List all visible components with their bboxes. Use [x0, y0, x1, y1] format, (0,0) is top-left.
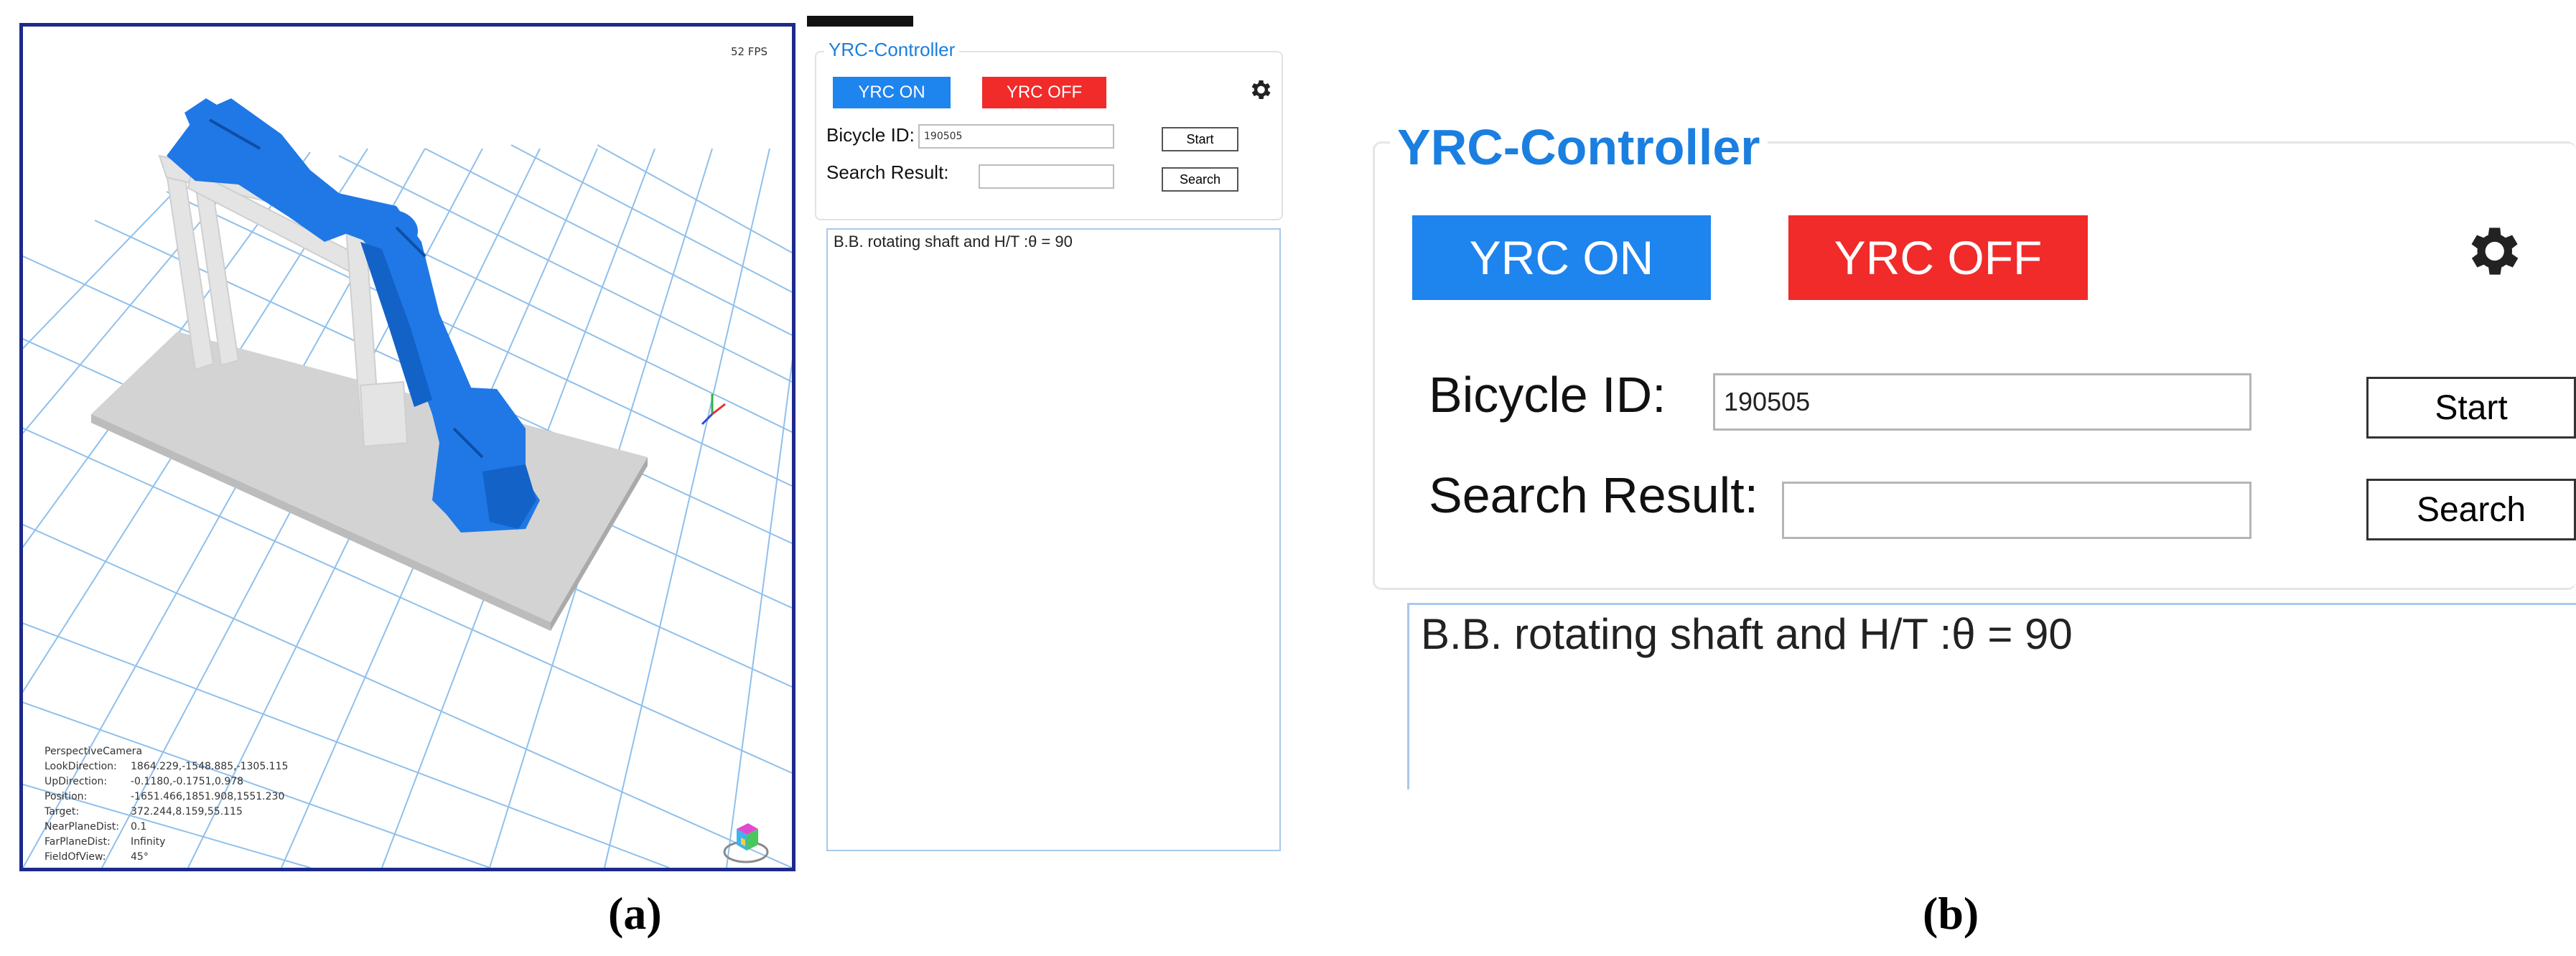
bicycle-id-value: 190505: [1724, 387, 1811, 416]
3d-viewport[interactable]: 52 FPS PerspectiveCamera LookDirection: 18…: [19, 23, 795, 871]
camera-info-row: PerspectiveCamera: [45, 744, 288, 759]
bicycle-id-label: Bicycle ID:: [1429, 367, 1666, 423]
search-result-label: Search Result:: [826, 161, 949, 183]
camera-info-row: Target: 372.244,8.159,55.115: [45, 805, 288, 820]
fps-counter: 52 FPS: [730, 45, 767, 58]
caption-b: (b): [1923, 888, 1979, 939]
camera-info-key: FieldOfView:: [45, 851, 106, 863]
camera-info-row: NearPlaneDist: 0.1: [45, 820, 288, 835]
camera-info-row: UpDirection: -0.1180,-0.1751,0.978: [45, 774, 288, 789]
yrc-controller-panel-small: YRC-Controller YRC ON YRC OFF Bicycle ID…: [811, 31, 1287, 856]
search-button[interactable]: Search: [2366, 479, 2576, 540]
bicycle-id-input[interactable]: [918, 124, 1114, 149]
caption-a: (a): [608, 888, 662, 939]
result-text: B.B. rotating shaft and H/T :θ = 90: [834, 233, 1073, 250]
search-result-input[interactable]: [1782, 482, 2251, 539]
camera-info-row: Position: -1651.466,1851.908,1551.230: [45, 789, 288, 805]
bicycle-id-input[interactable]: 190505: [1713, 373, 2251, 431]
camera-info-value: Infinity: [131, 836, 166, 848]
result-text: B.B. rotating shaft and H/T :θ = 90: [1421, 610, 2073, 658]
view-cube-icon[interactable]: [721, 815, 771, 865]
yrc-controller-panel-large: YRC-Controller YRC ON YRC OFF Bicycle ID…: [1364, 118, 2576, 789]
start-button[interactable]: Start: [2366, 377, 2576, 439]
robot-scene: [23, 98, 792, 868]
panel-title: YRC-Controller: [824, 39, 960, 61]
yrc-off-button[interactable]: YRC OFF: [982, 77, 1106, 108]
search-button[interactable]: Search: [1162, 167, 1238, 192]
camera-info-row: FieldOfView: 45°: [45, 850, 288, 865]
yrc-off-button[interactable]: YRC OFF: [1788, 215, 2088, 300]
camera-info-key: NearPlaneDist:: [45, 821, 119, 833]
result-textbox[interactable]: B.B. rotating shaft and H/T :θ = 90: [1407, 603, 2576, 789]
camera-info-row: FarPlaneDist: Infinity: [45, 835, 288, 850]
camera-info-key: Target:: [45, 806, 80, 817]
camera-info-value: 372.244,8.159,55.115: [131, 806, 243, 817]
gear-icon[interactable]: [1247, 77, 1273, 103]
result-textbox[interactable]: B.B. rotating shaft and H/T :θ = 90: [826, 228, 1281, 851]
camera-info-key: LookDirection:: [45, 761, 117, 772]
camera-info-value: 0.1: [131, 821, 147, 833]
camera-info-key: FarPlaneDist:: [45, 836, 111, 848]
camera-info-value: 1864.229,-1548.885,-1305.115: [131, 761, 289, 772]
yrc-on-button[interactable]: YRC ON: [1412, 215, 1711, 300]
tab-indicator: [807, 16, 913, 27]
bicycle-id-label: Bicycle ID:: [826, 124, 915, 146]
camera-info-value: 45°: [131, 851, 149, 863]
search-result-label: Search Result:: [1429, 467, 1759, 523]
camera-info: PerspectiveCamera LookDirection: 1864.229,…: [45, 744, 288, 865]
search-result-input[interactable]: [979, 164, 1114, 189]
start-button[interactable]: Start: [1162, 127, 1238, 151]
camera-info-key: Position:: [45, 791, 88, 802]
camera-info-key: PerspectiveCamera: [45, 746, 143, 757]
camera-info-value: -0.1180,-0.1751,0.978: [131, 776, 244, 787]
gear-icon[interactable]: [2460, 219, 2524, 283]
camera-info-key: UpDirection:: [45, 776, 108, 787]
panel-title: YRC-Controller: [1390, 118, 1768, 176]
yrc-on-button[interactable]: YRC ON: [833, 77, 951, 108]
camera-info-row: LookDirection: 1864.229,-1548.885,-1305.1…: [45, 759, 288, 774]
camera-info-value: -1651.466,1851.908,1551.230: [131, 791, 285, 802]
